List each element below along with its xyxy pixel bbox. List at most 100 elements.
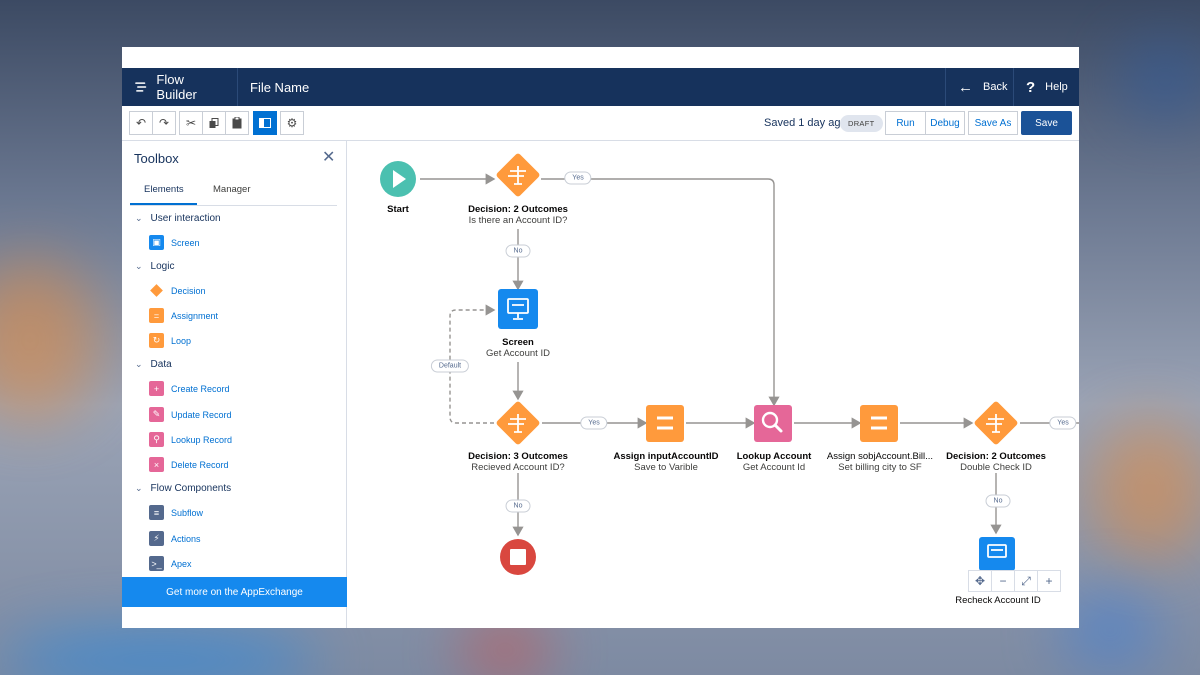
- lookup-node: [754, 405, 792, 442]
- toolbox-item-update-record[interactable]: ✎ Update Record: [149, 407, 232, 422]
- node-label-assign2: Assign sobjAccount.Bill... Set billing ci…: [826, 451, 934, 473]
- connector-label-no[interactable]: No: [985, 494, 1011, 508]
- save-button[interactable]: Save: [1021, 111, 1072, 135]
- zoom-out-icon[interactable]: −: [991, 570, 1015, 592]
- run-button[interactable]: Run: [885, 111, 926, 135]
- item-label: Screen: [171, 237, 200, 248]
- start-node: [380, 161, 416, 197]
- back-arrow-icon: ←: [958, 78, 973, 96]
- node-label-decision1: Decision: 2 Outcomes Is there an Account …: [468, 204, 568, 226]
- redo-icon[interactable]: ↷: [152, 111, 176, 135]
- paste-icon[interactable]: [225, 111, 249, 135]
- pan-move-icon[interactable]: ✥: [968, 570, 992, 592]
- item-label: Lookup Record: [171, 434, 233, 445]
- help-button[interactable]: ? Help: [1013, 68, 1079, 106]
- decision-icon: [149, 283, 164, 298]
- chevron-down-icon: ⌄: [135, 359, 143, 369]
- back-button[interactable]: ← Back: [945, 68, 1013, 106]
- toolbox-item-subflow[interactable]: ≡ Subflow: [149, 505, 203, 520]
- actions-icon: ⚡: [149, 531, 164, 546]
- active-tab-indicator: [130, 203, 197, 205]
- toolbox-item-create-record[interactable]: + Create Record: [149, 381, 230, 396]
- settings-gear-icon[interactable]: ⚙: [280, 111, 304, 135]
- chevron-down-icon: ⌄: [135, 213, 143, 223]
- status-badge: DRAFT: [840, 115, 883, 132]
- node-label-lookup: Lookup Account Get Account Id: [736, 451, 812, 473]
- lookup-record-icon: ⚲: [149, 432, 164, 447]
- cut-icon[interactable]: ✂: [179, 111, 203, 135]
- close-icon[interactable]: ✕: [322, 147, 335, 167]
- update-record-icon: ✎: [149, 407, 164, 422]
- app-header: Flow Builder File Name ← Back ? Help: [122, 68, 1079, 106]
- category-label: Logic: [150, 261, 175, 272]
- create-record-icon: +: [149, 381, 164, 396]
- apex-icon: >_: [149, 556, 164, 571]
- fit-to-view-icon[interactable]: ⤢: [1014, 570, 1038, 592]
- flow-builder-icon: [135, 82, 147, 92]
- item-label: Update Record: [171, 409, 232, 420]
- node-label-decision2: Decision: 3 Outcomes Recieved Account ID?: [468, 451, 568, 473]
- appexchange-link[interactable]: Get more on the AppExchange: [122, 577, 347, 607]
- toolbox-item-decision[interactable]: Decision: [149, 283, 206, 298]
- connector-decision1-yes: [541, 178, 780, 407]
- toolbox-title: Toolbox: [134, 151, 179, 166]
- connector-label-no[interactable]: No: [505, 499, 531, 513]
- copy-icon[interactable]: [202, 111, 226, 135]
- flow-diagram: [380, 153, 1079, 575]
- category-label: Data: [150, 359, 172, 370]
- decision-node-3: [974, 401, 1018, 445]
- node-label-start: Start: [387, 204, 409, 215]
- toolbox-item-apex[interactable]: >_ Apex: [149, 556, 192, 571]
- item-label: Delete Record: [171, 459, 229, 470]
- category-user-interaction[interactable]: ⌄ User interaction: [135, 213, 221, 224]
- toolbox-item-lookup-record[interactable]: ⚲ Lookup Record: [149, 432, 232, 447]
- chevron-down-icon: ⌄: [135, 261, 143, 271]
- assignment-icon: =: [149, 308, 164, 323]
- back-label: Back: [983, 81, 1008, 93]
- delete-record-icon: ×: [149, 457, 164, 472]
- end-node: [500, 539, 536, 575]
- tab-elements[interactable]: Elements: [144, 184, 184, 195]
- category-logic[interactable]: ⌄ Logic: [135, 261, 174, 272]
- save-as-button[interactable]: Save As: [968, 111, 1018, 135]
- toolbox-panel: Toolbox ✕ Elements Manager ⌄ User interac…: [122, 141, 347, 628]
- connector-label-no[interactable]: No: [505, 244, 531, 258]
- screen-icon: ▣: [149, 235, 164, 250]
- toolbox-item-screen[interactable]: ▣ Screen: [149, 235, 200, 250]
- node-label-decision3: Decision: 2 Outcomes Double Check ID: [946, 451, 1046, 473]
- toolbox-item-loop[interactable]: ↻ Loop: [149, 333, 191, 348]
- file-name[interactable]: File Name: [238, 80, 945, 95]
- undo-icon[interactable]: ↶: [129, 111, 153, 135]
- connector-label-yes[interactable]: Yes: [580, 416, 608, 430]
- item-label: Subflow: [171, 507, 204, 518]
- toggle-toolbox-icon[interactable]: [253, 111, 277, 135]
- decision-node-1: [496, 153, 540, 197]
- subflow-icon: ≡: [149, 505, 164, 520]
- flow-canvas[interactable]: Start Decision: 2 Outcomes Is there an Ac…: [348, 141, 1079, 628]
- assignment-node-2: [860, 405, 898, 442]
- saved-status: Saved 1 day ago: [764, 117, 847, 129]
- assignment-node-1: [646, 405, 684, 442]
- connector-label-yes[interactable]: Yes: [564, 171, 592, 185]
- item-label: Actions: [171, 533, 201, 544]
- decision-node-2: [496, 401, 540, 445]
- debug-button[interactable]: Debug: [925, 111, 965, 135]
- flow-builder-window: Flow Builder File Name ← Back ? Help ↶ ↷…: [122, 47, 1079, 628]
- chevron-down-icon: ⌄: [135, 483, 143, 493]
- category-data[interactable]: ⌄ Data: [135, 359, 172, 370]
- toolbox-item-delete-record[interactable]: × Delete Record: [149, 457, 229, 472]
- zoom-controls: ✥ − ⤢ +: [968, 570, 1061, 592]
- item-label: Apex: [171, 558, 192, 569]
- toolbox-item-assignment[interactable]: = Assignment: [149, 308, 218, 323]
- zoom-in-icon[interactable]: +: [1037, 570, 1061, 592]
- toolbox-item-actions[interactable]: ⚡ Actions: [149, 531, 201, 546]
- tab-manager[interactable]: Manager: [213, 184, 251, 195]
- loop-icon: ↻: [149, 333, 164, 348]
- app-launcher[interactable]: Flow Builder: [122, 68, 238, 106]
- category-label: User interaction: [150, 213, 221, 224]
- item-label: Loop: [171, 335, 192, 346]
- category-flow-components[interactable]: ⌄ Flow Components: [135, 483, 231, 494]
- connector-label-default[interactable]: Default: [430, 359, 470, 373]
- connector-label-yes[interactable]: Yes: [1049, 416, 1077, 430]
- toolbar: ↶ ↷ ✂ ⚙ Saved 1 day ago DRAFT Run Debug …: [122, 106, 1079, 141]
